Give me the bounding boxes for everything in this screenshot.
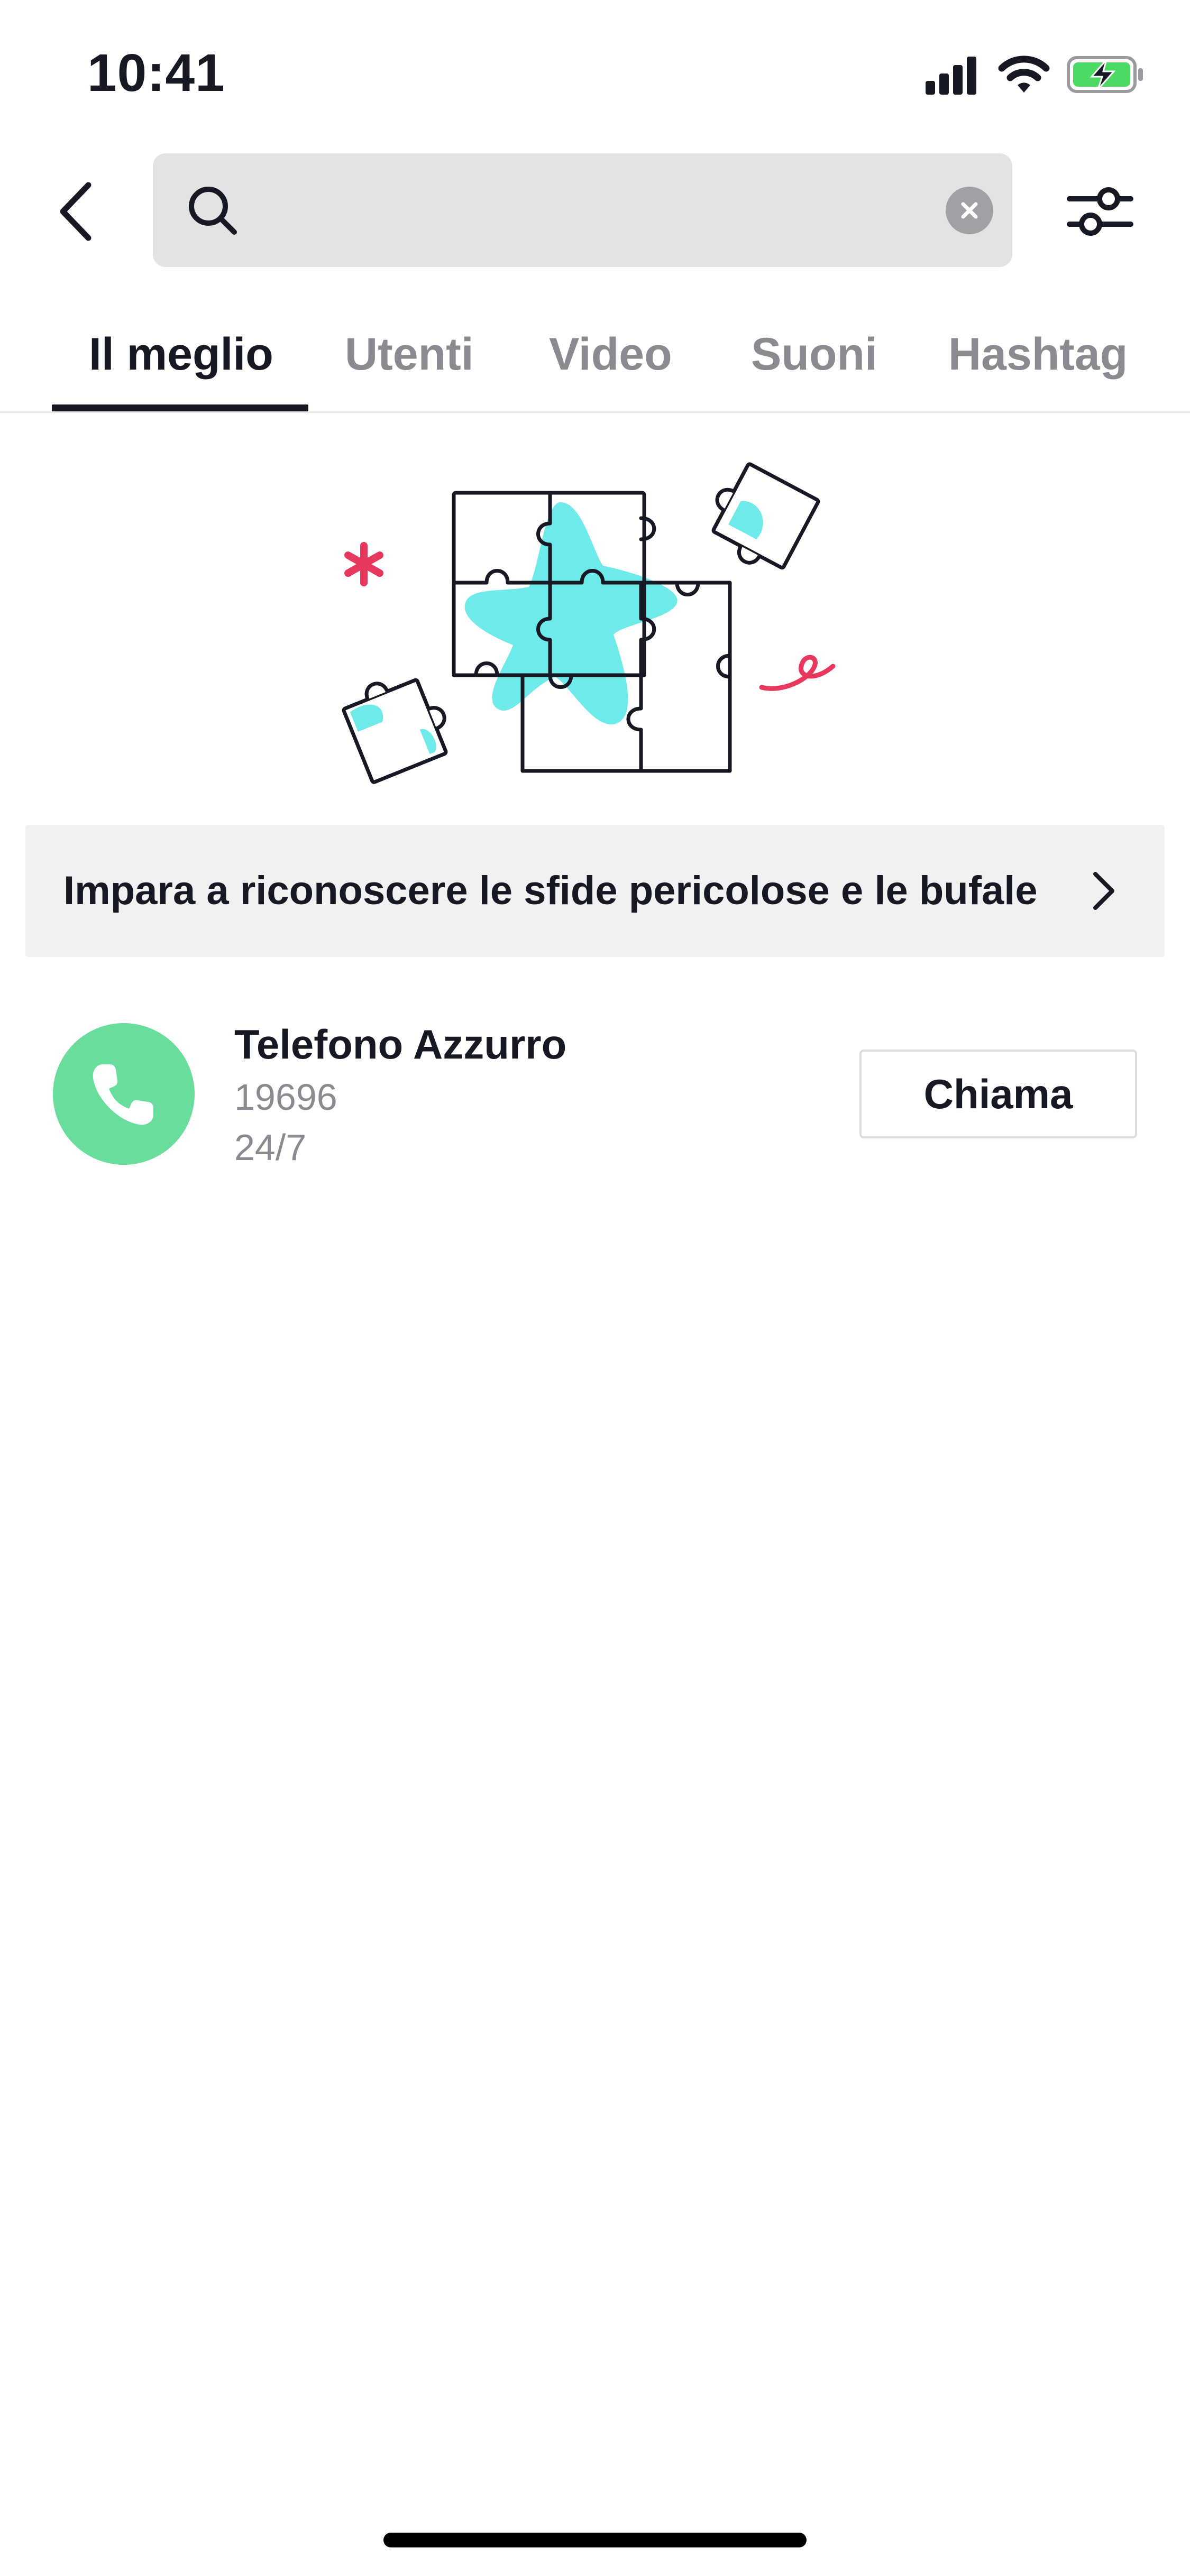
- wifi-icon: [998, 56, 1050, 93]
- back-button[interactable]: [45, 174, 108, 249]
- search-icon: [189, 187, 237, 235]
- clear-icon: [961, 202, 978, 219]
- phone-icon: [93, 1064, 153, 1125]
- helpline-hours: 24/7: [234, 1127, 307, 1168]
- search-tabs: Il meglio Utenti Video Suoni Hashtag: [0, 296, 1190, 413]
- back-arrow-icon: [60, 182, 91, 241]
- helpline-row: Telefono Azzurro 19696 24/7 Chiama: [0, 994, 1190, 1179]
- helpline-name: Telefono Azzurro: [234, 1021, 567, 1068]
- puzzle-illustration: [342, 462, 836, 784]
- active-tab-indicator: [52, 404, 308, 411]
- tab-video[interactable]: Video: [549, 320, 672, 389]
- search-input[interactable]: [259, 174, 895, 247]
- safety-banner[interactable]: Impara a riconoscere le sfide pericolose…: [25, 825, 1165, 957]
- battery-charging-icon: [1067, 56, 1143, 93]
- status-time: 10:41: [87, 43, 225, 103]
- clear-search-button[interactable]: [946, 187, 993, 234]
- tab-il-meglio[interactable]: Il meglio: [89, 320, 273, 389]
- filter-button[interactable]: [1058, 174, 1142, 249]
- tab-hashtag[interactable]: Hashtag: [948, 320, 1128, 389]
- tab-utenti[interactable]: Utenti: [345, 320, 474, 389]
- call-button[interactable]: Chiama: [859, 1050, 1137, 1138]
- chevron-right-icon: [1093, 872, 1114, 910]
- search-bar[interactable]: [153, 153, 1012, 267]
- cellular-signal-icon: [926, 57, 976, 95]
- helpline-avatar: [53, 1023, 195, 1165]
- home-indicator[interactable]: [383, 2533, 807, 2547]
- search-header: [0, 143, 1190, 280]
- status-bar: 10:41: [0, 0, 1190, 143]
- banner-text: Impara a riconoscere le sfide pericolose…: [63, 868, 1038, 913]
- status-icons: [923, 50, 1146, 98]
- helpline-number: 19696: [234, 1077, 337, 1118]
- filter-sliders-icon: [1067, 187, 1133, 236]
- tab-suoni[interactable]: Suoni: [751, 320, 877, 389]
